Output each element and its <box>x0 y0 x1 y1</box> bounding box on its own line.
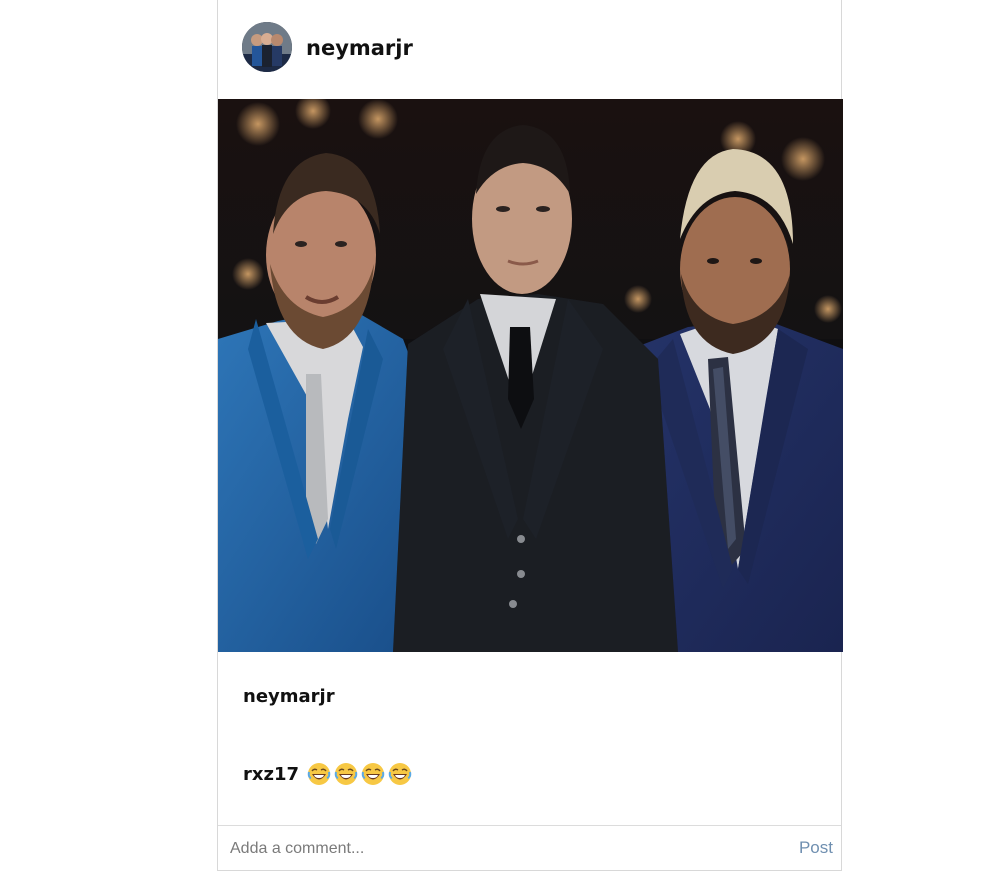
post-comment-button[interactable]: Post <box>799 838 833 858</box>
instagram-post: neymarjr neymarjr rxz17 Adda a comment..… <box>217 0 843 871</box>
laughing-crying-emoji-icon <box>334 763 358 785</box>
profile-avatar-icon[interactable] <box>242 22 292 72</box>
post-caption-username[interactable]: neymarjr <box>243 686 335 707</box>
comment-text <box>307 762 412 786</box>
comment-composer: Post <box>218 825 841 871</box>
post-photo <box>218 99 843 652</box>
laughing-crying-emoji-icon <box>307 763 331 785</box>
comment-username[interactable]: rxz17 <box>243 764 299 785</box>
comment-input[interactable] <box>228 834 792 864</box>
post-header: neymarjr <box>218 0 841 99</box>
post-author-username[interactable]: neymarjr <box>306 34 413 62</box>
laughing-crying-emoji-icon <box>388 763 412 785</box>
laughing-crying-emoji-icon <box>361 763 385 785</box>
comment-item: rxz17 <box>243 762 412 786</box>
